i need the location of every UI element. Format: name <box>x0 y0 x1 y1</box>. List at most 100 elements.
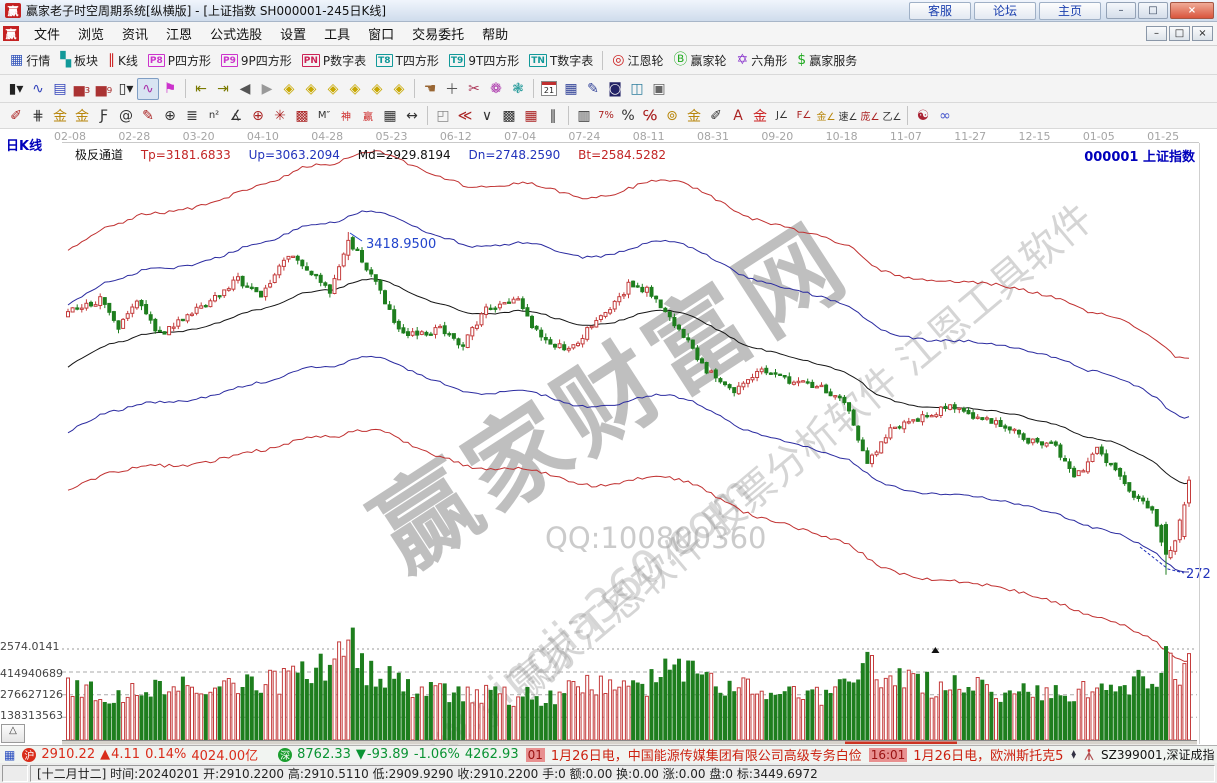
kline-chart[interactable]: 3418.9500272 <box>0 129 1217 745</box>
crosshair-tool-icon[interactable]: ＋ <box>441 78 463 100</box>
save-disk-icon[interactable]: ◙ <box>604 78 626 100</box>
customer-service-button[interactable]: 客服 <box>909 2 971 20</box>
infinity-icon[interactable]: ∞ <box>934 105 956 127</box>
mdi-close-button[interactable]: × <box>1192 26 1213 41</box>
gold-red-icon[interactable]: 金 <box>749 105 771 127</box>
quotes-button[interactable]: ▦行情 <box>5 48 55 72</box>
menu-item-7[interactable]: 窗口 <box>359 21 403 46</box>
homepage-button[interactable]: 主页 <box>1039 2 1101 20</box>
gold-gauge-2-icon[interactable]: 金 <box>71 105 93 127</box>
zigzag-selected-icon[interactable]: ∿ <box>137 78 159 100</box>
taichi-icon[interactable]: ☯ <box>912 105 934 127</box>
gold-lines-icon[interactable]: 金 <box>683 105 705 127</box>
menu-item-6[interactable]: 工具 <box>315 21 359 46</box>
gold-circle-icon[interactable]: ⊚ <box>661 105 683 127</box>
menu-item-5[interactable]: 设置 <box>271 21 315 46</box>
t-square-button[interactable]: T8T四方形 <box>371 48 444 72</box>
bars-9-icon[interactable]: ▅₉ <box>93 78 115 100</box>
gann-star-icon[interactable]: ✳ <box>269 105 291 127</box>
gann-grid-icon[interactable]: ▩ <box>291 105 313 127</box>
gold-gauge-1-icon[interactable]: 金 <box>49 105 71 127</box>
f-gauge-icon[interactable]: Ƒ <box>93 105 115 127</box>
pct-seven-icon[interactable]: 7% <box>595 105 617 127</box>
angle-mirror-icon[interactable]: ∡ <box>225 105 247 127</box>
close-button[interactable]: × <box>1170 2 1214 19</box>
last-page-icon[interactable]: ⇥ <box>212 78 234 100</box>
cycle-circle-icon[interactable]: ⊕ <box>159 105 181 127</box>
pang-angle-icon[interactable]: 庞∠ <box>859 105 881 127</box>
pattern-tool-icon[interactable]: ❃ <box>507 78 529 100</box>
n-squared-icon[interactable]: n² <box>203 105 225 127</box>
m-wave-icon[interactable]: M″ <box>313 105 335 127</box>
pct-lines-icon[interactable]: ℅ <box>639 105 661 127</box>
diamond-all-icon[interactable]: ◈ <box>388 78 410 100</box>
gann-target-icon[interactable]: ⊕ <box>247 105 269 127</box>
first-page-icon[interactable]: ⇤ <box>190 78 212 100</box>
calendar-icon[interactable]: 21 <box>538 78 560 100</box>
menu-item-3[interactable]: 江恩 <box>157 21 201 46</box>
maximize-button[interactable]: □ <box>1138 2 1168 19</box>
export-image-icon[interactable]: ◫ <box>626 78 648 100</box>
p-square-button[interactable]: P8P四方形 <box>143 48 216 72</box>
minimize-button[interactable]: – <box>1106 2 1136 19</box>
menu-item-8[interactable]: 交易委托 <box>403 21 473 46</box>
spiral-tool-icon[interactable]: @ <box>115 105 137 127</box>
fine-ruler-icon[interactable]: ≣ <box>181 105 203 127</box>
gold-angle-icon[interactable]: 金∠ <box>815 105 837 127</box>
pen-chart-icon[interactable]: ✎ <box>137 105 159 127</box>
slant-lines-icon[interactable]: ∥ <box>542 105 564 127</box>
magic-tool-icon[interactable]: ❁ <box>485 78 507 100</box>
gann-wheel-button[interactable]: ◎江恩轮 <box>607 48 668 72</box>
diamond-right-icon[interactable]: ◈ <box>300 78 322 100</box>
print-icon[interactable]: ▣ <box>648 78 670 100</box>
fan-lines-icon[interactable]: ≪ <box>454 105 476 127</box>
menu-item-9[interactable]: 帮助 <box>473 21 517 46</box>
menu-item-2[interactable]: 资讯 <box>113 21 157 46</box>
grid-dark-icon[interactable]: ▩ <box>498 105 520 127</box>
a-channel-icon[interactable]: A <box>727 105 749 127</box>
next-arrow-icon[interactable]: ▶ <box>256 78 278 100</box>
calculator-icon[interactable]: ▦ <box>560 78 582 100</box>
menu-item-1[interactable]: 浏览 <box>69 21 113 46</box>
pen-tool-icon[interactable]: ✐ <box>5 105 27 127</box>
ying-gauge-icon[interactable]: 赢 <box>357 105 379 127</box>
candle-dropdown-icon[interactable]: ▯▾ <box>115 78 137 100</box>
menu-item-4[interactable]: 公式选股 <box>201 21 271 46</box>
news1-text[interactable]: 1月26日电，中国能源传媒集团有限公司高级专务白俭 <box>551 745 862 763</box>
hatch-ruler-icon[interactable]: ⋕ <box>27 105 49 127</box>
t9-square-button[interactable]: T99T四方形 <box>444 48 524 72</box>
mdi-minimize-button[interactable]: – <box>1146 26 1167 41</box>
mdi-restore-button[interactable]: □ <box>1169 26 1190 41</box>
span-arrows-icon[interactable]: ↔ <box>401 105 423 127</box>
j-angle-icon[interactable]: J∠ <box>771 105 793 127</box>
news2-text[interactable]: 1月26日电，欧洲斯托克5 <box>913 745 1063 763</box>
diamond-cross-icon[interactable]: ◈ <box>366 78 388 100</box>
grid-123-icon[interactable]: ▦ <box>379 105 401 127</box>
p-number-table-button[interactable]: PNP数字表 <box>297 48 371 72</box>
diamond-h-icon[interactable]: ◈ <box>322 78 344 100</box>
color-flag-chart-icon[interactable]: ⚑ <box>159 78 181 100</box>
p9-square-button[interactable]: P99P四方形 <box>216 48 297 72</box>
notepad-icon[interactable]: ✎ <box>582 78 604 100</box>
diamond-v-icon[interactable]: ◈ <box>344 78 366 100</box>
winner-wheel-button[interactable]: Ⓑ赢家轮 <box>669 48 732 72</box>
scissors-tool-icon[interactable]: ✂ <box>463 78 485 100</box>
ticker-symbol[interactable]: SZ399001,深证成指 <box>1101 746 1214 763</box>
sectors-button[interactable]: ▚板块 <box>55 48 103 72</box>
speed-angle-icon[interactable]: 速∠ <box>837 105 859 127</box>
box-corner-icon[interactable]: ◰ <box>432 105 454 127</box>
hexagon-button[interactable]: ✡六角形 <box>732 48 793 72</box>
winner-service-button[interactable]: $赢家服务 <box>792 48 862 72</box>
t-number-table-button[interactable]: TNT数字表 <box>524 48 598 72</box>
level-scale-icon[interactable]: ▥ <box>573 105 595 127</box>
shen-gauge-icon[interactable]: 神 <box>335 105 357 127</box>
period-strip[interactable] <box>62 741 1197 745</box>
yi-angle-icon[interactable]: 乙∠ <box>881 105 903 127</box>
report-form-icon[interactable]: ▤ <box>49 78 71 100</box>
wave-window-icon[interactable]: ∿ <box>27 78 49 100</box>
menu-item-0[interactable]: 文件 <box>25 21 69 46</box>
f-angle-icon[interactable]: F∠ <box>793 105 815 127</box>
hand-tool-icon[interactable]: ☚ <box>419 78 441 100</box>
brush-pen-icon[interactable]: ✐ <box>705 105 727 127</box>
grid-red-icon[interactable]: ▦ <box>520 105 542 127</box>
